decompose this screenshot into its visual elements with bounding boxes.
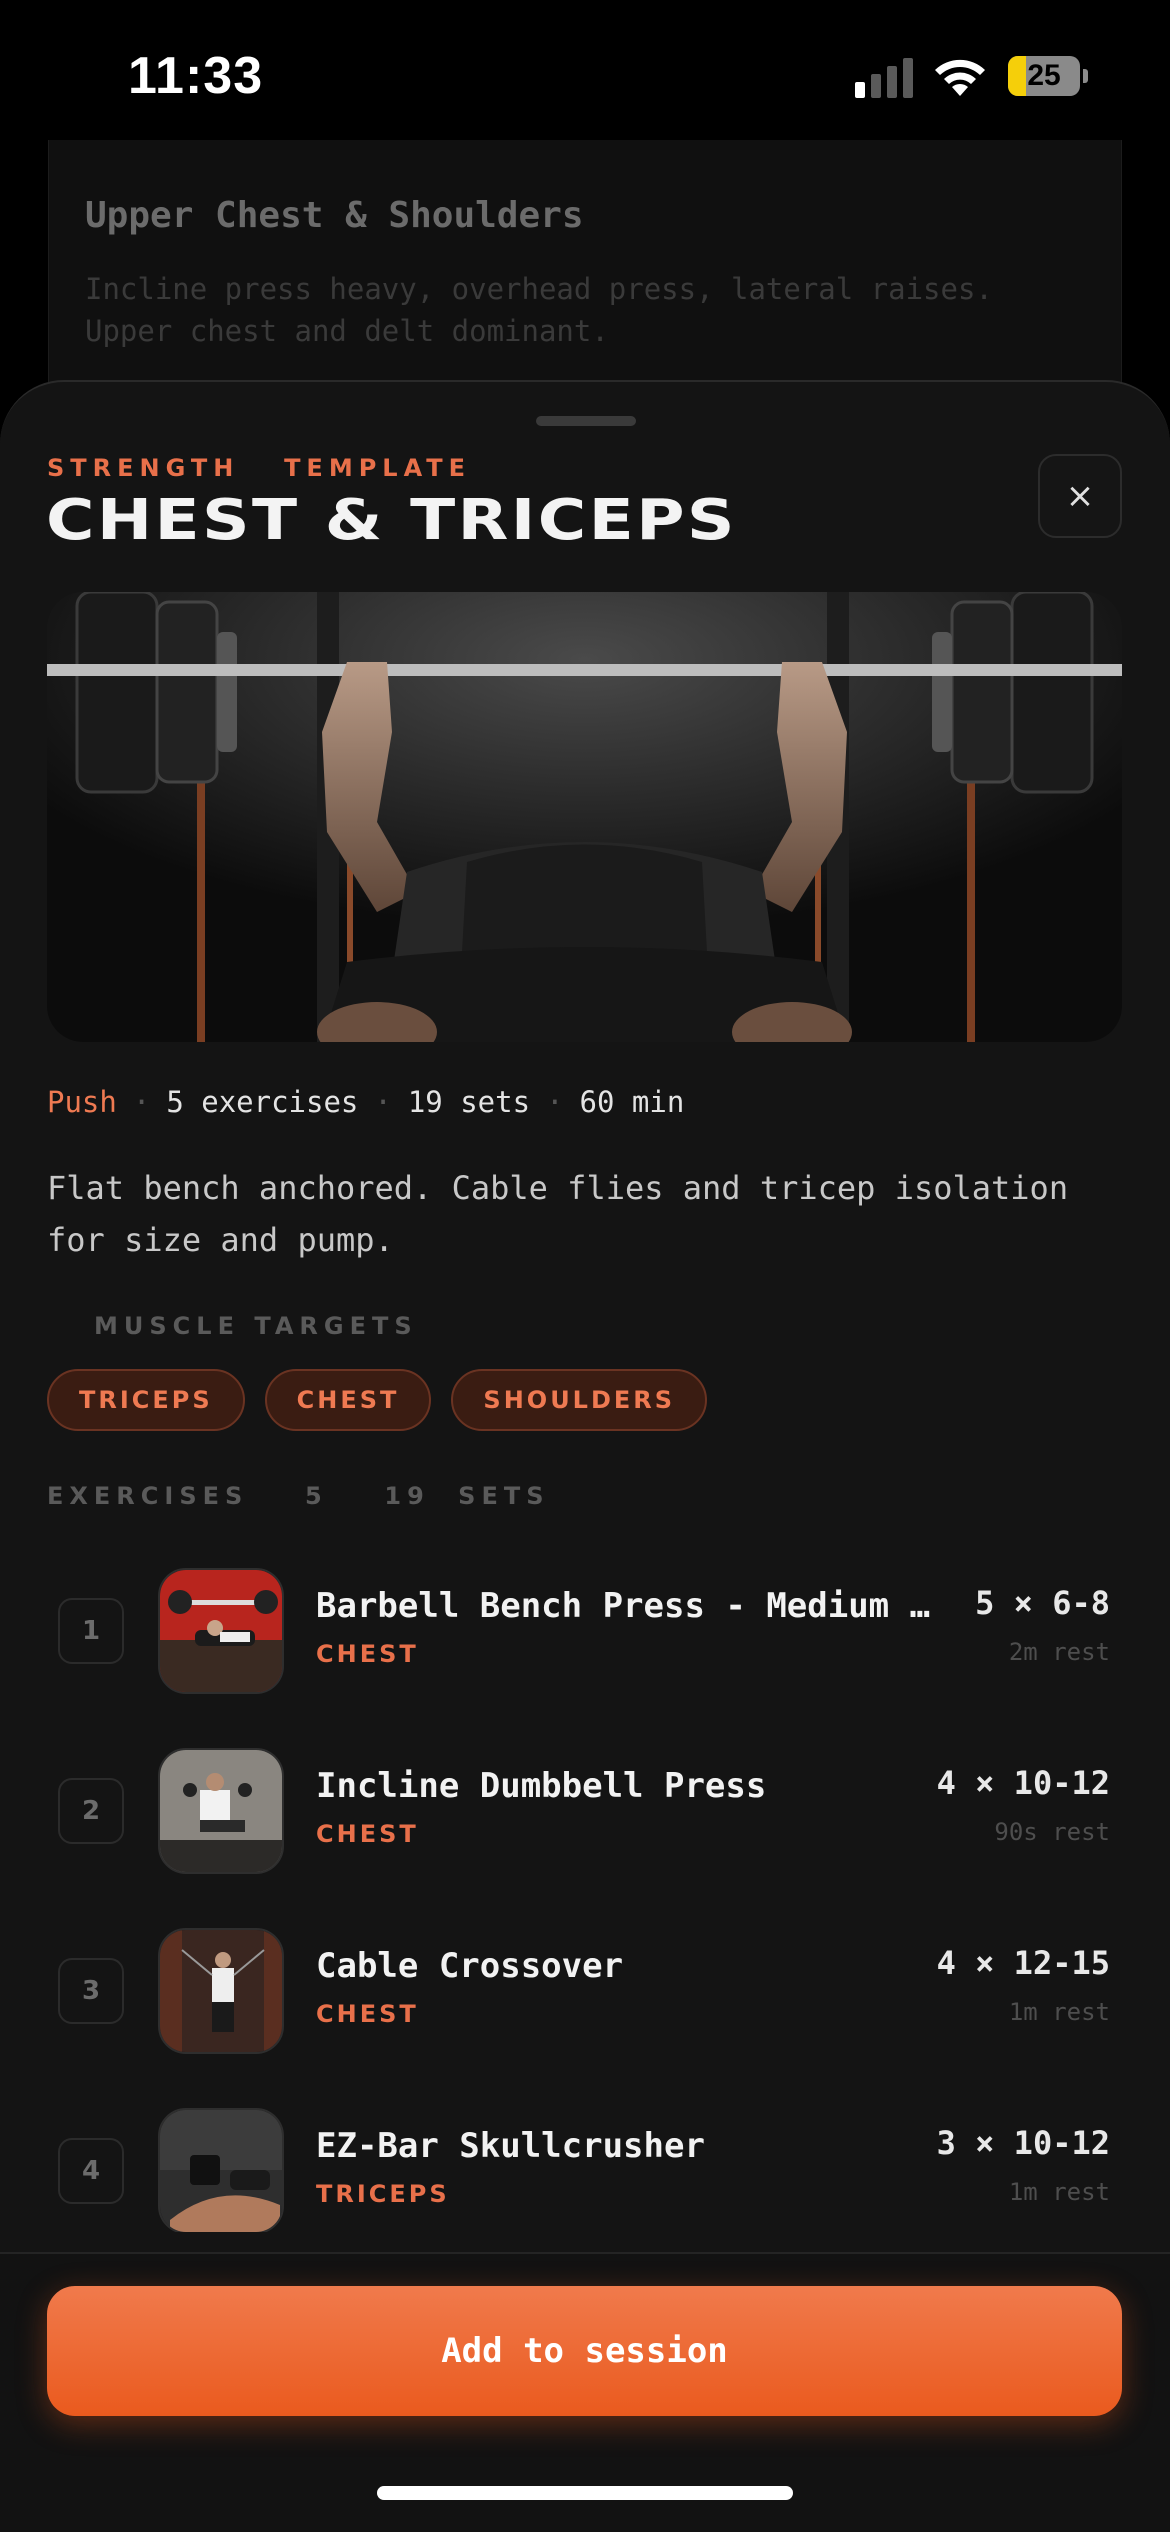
battery-level: 25 — [1027, 59, 1061, 92]
exercise-row[interactable]: 2 Incline Dumbbell Press CHEST 4 × 10-12… — [0, 1732, 1170, 1912]
hero-image — [47, 592, 1122, 1042]
template-meta: Push · 5 exercises · 19 sets · 60 min — [47, 1085, 685, 1119]
muscle-chip[interactable]: SHOULDERS — [451, 1369, 708, 1431]
template-title: CHEST & TRICEPS — [46, 488, 737, 553]
exercise-sets: 4 × 10-12 — [936, 1764, 1110, 1802]
muscle-targets-label: MUSCLE TARGETS — [94, 1312, 418, 1340]
add-to-session-button[interactable]: Add to session — [47, 2286, 1122, 2416]
exercise-thumbnail — [158, 1748, 284, 1874]
battery-icon: 25 — [1008, 56, 1088, 96]
background-card-description: Incline press heavy, overhead press, lat… — [85, 272, 993, 348]
exercise-sets: 3 × 10-12 — [936, 2124, 1110, 2162]
template-description: Flat bench anchored. Cable flies and tri… — [47, 1169, 1069, 1259]
exercise-sets: 4 × 12-15 — [936, 1944, 1110, 1982]
meta-set-count: 19 sets — [407, 1085, 531, 1119]
muscle-chip[interactable]: CHEST — [264, 1369, 432, 1431]
exercise-rest: 1m rest — [1008, 1998, 1110, 2026]
close-button[interactable]: × — [1038, 454, 1122, 538]
exercise-row[interactable]: 1 Barbell Bench Press - Medium Grip CHES… — [0, 1552, 1170, 1732]
background-template-card: Upper Chest & Shoulders Incline press he… — [48, 140, 1122, 390]
exercise-thumbnail — [158, 1568, 284, 1694]
exercise-index: 2 — [58, 1778, 124, 1844]
exercise-rest: 2m rest — [1008, 1638, 1110, 1666]
meta-exercise-count: 5 exercises — [166, 1085, 359, 1119]
template-detail-sheet: STRENGTH TEMPLATE CHEST & TRICEPS × Push… — [0, 380, 1170, 2532]
cellular-signal-icon — [855, 58, 913, 98]
home-indicator[interactable] — [377, 2486, 793, 2500]
meta-duration: 60 min — [579, 1085, 685, 1119]
exercise-name: Cable Crossover — [316, 1946, 624, 1986]
exercise-muscle: TRICEPS — [316, 2180, 450, 2208]
exercise-muscle: CHEST — [316, 2000, 419, 2028]
exercise-index: 4 — [58, 2138, 124, 2204]
meta-category: Push — [47, 1085, 117, 1119]
exercise-muscle: CHEST — [316, 1640, 419, 1668]
exercise-index: 1 — [58, 1598, 124, 1664]
exercise-list: 1 Barbell Bench Press - Medium Grip CHES… — [0, 1552, 1170, 2232]
status-bar: 11:33 25 — [0, 0, 1170, 140]
exercise-row[interactable]: 3 Cable Crossover CHEST 4 × 12-15 1m res… — [0, 1912, 1170, 2092]
exercise-rest: 90s rest — [994, 1818, 1110, 1846]
exercise-rest: 1m rest — [1008, 2178, 1110, 2206]
exercise-muscle: CHEST — [316, 1820, 419, 1848]
exercise-name: Incline Dumbbell Press — [316, 1766, 767, 1806]
status-time: 11:33 — [128, 47, 264, 105]
exercise-name: EZ-Bar Skullcrusher — [316, 2126, 705, 2166]
close-icon: × — [1065, 476, 1095, 516]
wifi-icon — [935, 59, 985, 96]
exercise-thumbnail — [158, 2108, 284, 2232]
exercises-label: EXERCISES 5 19 SETS — [47, 1482, 550, 1510]
template-eyebrow: STRENGTH TEMPLATE — [47, 454, 472, 482]
exercise-index: 3 — [58, 1958, 124, 2024]
exercise-sets: 5 × 6-8 — [975, 1584, 1110, 1622]
sheet-grabber[interactable] — [536, 416, 636, 426]
exercise-name: Barbell Bench Press - Medium Grip — [316, 1586, 936, 1626]
muscle-target-chips: TRICEPS CHEST SHOULDERS — [47, 1369, 708, 1431]
exercise-row[interactable]: 4 EZ-Bar Skullcrusher TRICEPS 3 × 10-12 … — [0, 2092, 1170, 2232]
background-card-title: Upper Chest & Shoulders — [85, 195, 584, 236]
muscle-chip[interactable]: TRICEPS — [47, 1369, 245, 1431]
exercise-thumbnail — [158, 1928, 284, 2054]
